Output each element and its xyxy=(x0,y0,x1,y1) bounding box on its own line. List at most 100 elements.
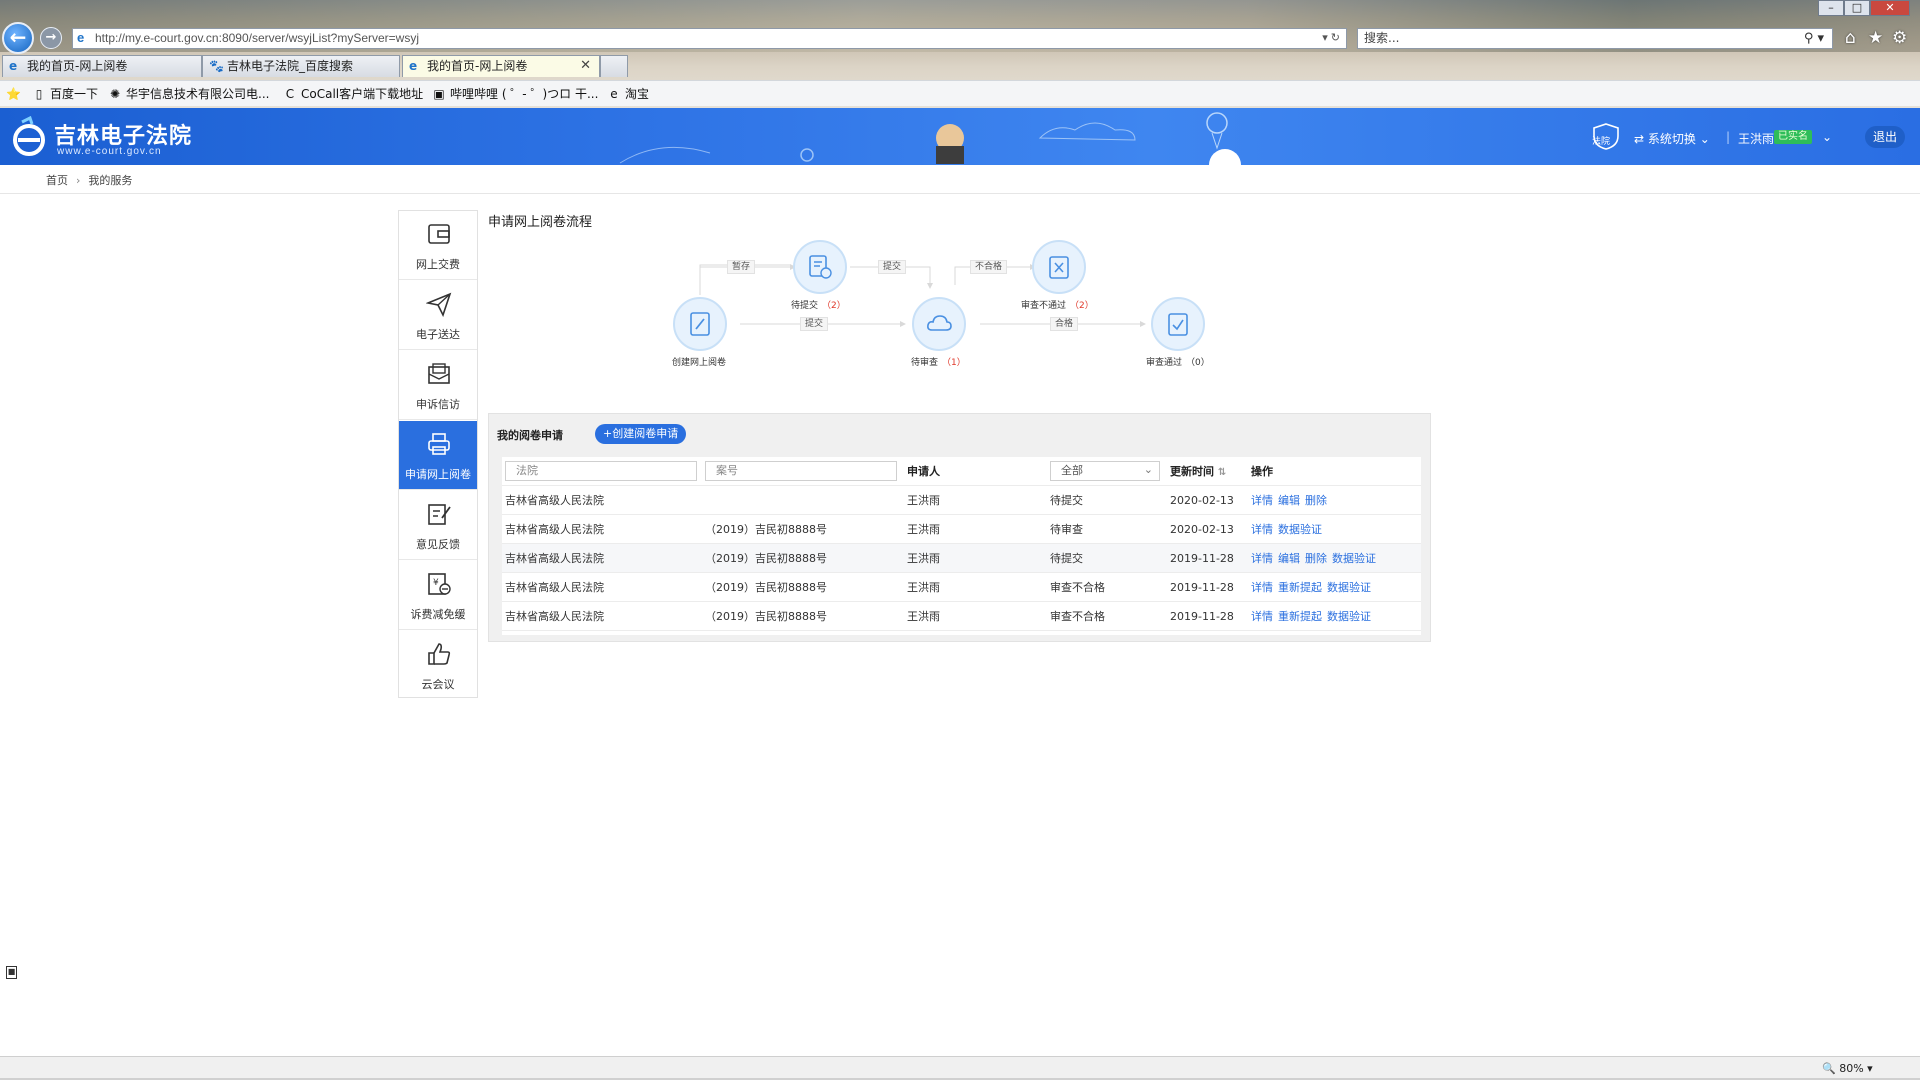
column-updated-label: 更新时间 xyxy=(1170,465,1214,478)
tab-1[interactable]: e 我的首页-网上阅卷 xyxy=(2,55,202,77)
minimize-button[interactable]: – xyxy=(1818,0,1844,16)
flow-edge-fail: 不合格 xyxy=(970,260,1008,274)
action-detail-link[interactable]: 详情 xyxy=(1251,552,1273,565)
court-filter-input[interactable]: 法院 xyxy=(505,461,697,481)
cell-actions: 详情 重新提起 数据验证 xyxy=(1251,573,1376,602)
action-detail-link[interactable]: 详情 xyxy=(1251,523,1273,536)
breadcrumb-home[interactable]: 首页 xyxy=(46,172,68,188)
action-edit-link[interactable]: 编辑 xyxy=(1278,552,1300,565)
verified-badge: 已实名 xyxy=(1774,130,1812,144)
cell-status: 审查不合格 xyxy=(1050,610,1105,623)
menu-item-petition[interactable]: 申诉信访 xyxy=(399,351,477,420)
action-verify-link[interactable]: 数据验证 xyxy=(1278,523,1322,536)
address-bar[interactable]: e http://my.e-court.gov.cn:8090/server/w… xyxy=(72,28,1347,49)
chevron-down-icon: ▾ xyxy=(1863,1062,1873,1075)
process-flow: 创建网上阅卷 待提交 （2） 待审查 （1） 审查不通过 （2） 审查通过 （0） 暂存… xyxy=(640,225,1240,368)
cell-actions: 详情 编辑 删除 xyxy=(1251,486,1332,515)
fee-icon: ¥ xyxy=(428,573,451,595)
browser-search-input[interactable]: 搜索... ⚲ ▾ xyxy=(1357,28,1833,49)
home-icon[interactable]: ⌂ xyxy=(1845,28,1856,48)
table-row: 吉林省高级人民法院 （2019）吉民初8888号 王洪雨 待提交 2019-11… xyxy=(502,544,1421,573)
close-tab-icon[interactable]: ✕ xyxy=(580,56,591,76)
action-verify-link[interactable]: 数据验证 xyxy=(1332,552,1376,565)
create-application-button[interactable]: +创建阅卷申请 xyxy=(595,424,687,444)
court-logo-icon[interactable] xyxy=(12,116,46,156)
action-verify-link[interactable]: 数据验证 xyxy=(1327,581,1371,594)
baidu-paw-icon: 🐾 xyxy=(209,59,224,73)
menu-item-e-delivery[interactable]: 电子送达 xyxy=(399,281,477,350)
flow-title: 申请网上阅卷流程 xyxy=(488,215,593,230)
sort-icon[interactable]: ⇅ xyxy=(1218,467,1226,478)
table-row: 吉林省高级人民法院 （2019）吉民初8888号 王洪雨 审查不合格 2019-… xyxy=(502,573,1421,602)
refresh-icon[interactable]: ▾ ↻ xyxy=(1322,29,1340,48)
menu-item-feedback[interactable]: 意见反馈 xyxy=(399,491,477,560)
menu-item-cloud-meeting[interactable]: 云会议 xyxy=(399,631,477,700)
tab-label: 吉林电子法院_百度搜索 xyxy=(227,59,354,73)
table-row: 吉林省高级人民法院 （2019）吉民初8888号 王洪雨 审查不合格 2019-… xyxy=(502,602,1421,631)
menu-item-online-payment[interactable]: 网上交费 xyxy=(399,211,477,280)
fav-item-taobao[interactable]: e 淘宝 xyxy=(607,84,649,104)
fav-item-cocall[interactable]: C CoCall客户端下载地址 xyxy=(283,84,423,104)
back-button[interactable]: ← xyxy=(2,22,34,54)
action-delete-link[interactable]: 删除 xyxy=(1305,552,1327,565)
fav-item-huayu[interactable]: ✺ 华宇信息技术有限公司电... xyxy=(108,84,269,104)
browser-chrome: – □ ✕ ← → e http://my.e-court.gov.cn:809… xyxy=(0,0,1920,108)
fav-item-bilibili[interactable]: ▣ 哔哩哔哩 ( ゜- ゜)つロ 干... xyxy=(432,84,598,104)
action-edit-link[interactable]: 编辑 xyxy=(1278,494,1300,507)
action-resubmit-link[interactable]: 重新提起 xyxy=(1278,610,1322,623)
action-verify-link[interactable]: 数据验证 xyxy=(1327,610,1371,623)
url-text: http://my.e-court.gov.cn:8090/server/wsy… xyxy=(95,31,419,45)
bilibili-tv-icon: ▣ xyxy=(433,87,445,101)
flow-label-approved: 审查通过 （0） xyxy=(1146,358,1210,368)
edit-icon xyxy=(428,504,451,525)
menu-label: 申请网上阅卷 xyxy=(405,468,471,481)
cell-actions: 详情 编辑 删除 数据验证 xyxy=(1251,544,1381,573)
tab-2[interactable]: 🐾 吉林电子法院_百度搜索 xyxy=(202,55,400,77)
settings-gear-icon[interactable]: ⚙ xyxy=(1892,28,1907,48)
ie-page-icon: e xyxy=(77,30,85,45)
new-tab-button[interactable] xyxy=(600,55,628,77)
flow-edge-save: 暂存 xyxy=(727,260,756,274)
maximize-button[interactable]: □ xyxy=(1844,0,1870,16)
document-clock-icon xyxy=(809,255,832,279)
table-header-row: 法院 案号 申请人 全部 ⌄ 更新时间 ⇅ 操作 xyxy=(502,457,1421,486)
menu-label: 云会议 xyxy=(421,678,455,691)
zoom-level[interactable]: 🔍 80% ▾ xyxy=(1822,1062,1873,1075)
action-resubmit-link[interactable]: 重新提起 xyxy=(1278,581,1322,594)
flow-edge-submit-top: 提交 xyxy=(878,260,907,274)
user-name[interactable]: 王洪雨 xyxy=(1738,130,1774,147)
table-row: 吉林省高级人民法院 王洪雨 待提交 2020-02-13 详情 编辑 删除 xyxy=(502,486,1421,515)
case-filter-input[interactable]: 案号 xyxy=(705,461,897,481)
ie-page-icon: e xyxy=(610,87,618,101)
status-filter-select[interactable]: 全部 ⌄ xyxy=(1050,461,1160,481)
menu-label: 意见反馈 xyxy=(416,538,460,551)
action-detail-link[interactable]: 详情 xyxy=(1251,494,1273,507)
logout-button[interactable]: 退出 xyxy=(1865,126,1905,148)
search-icon[interactable]: ⚲ ▾ xyxy=(1804,29,1824,48)
menu-item-online-reading[interactable]: 申请网上阅卷 xyxy=(399,421,477,490)
user-menu-chevron-icon[interactable]: ⌄ xyxy=(1822,130,1832,144)
chevron-right-icon: › xyxy=(76,174,81,187)
breadcrumb-current[interactable]: 我的服务 xyxy=(88,172,132,188)
column-updated-time[interactable]: 更新时间 ⇅ xyxy=(1170,457,1226,486)
close-window-button[interactable]: ✕ xyxy=(1870,0,1910,16)
panel-title: 我的阅卷申请 xyxy=(497,429,563,442)
tab-3-active[interactable]: e 我的首页-网上阅卷 ✕ xyxy=(402,55,600,77)
fav-item-baidu[interactable]: ▯ 百度一下 xyxy=(32,84,98,104)
cell-court: 吉林省高级人民法院 xyxy=(505,523,604,536)
flow-label-pending-submit: 待提交 （2） xyxy=(791,301,846,311)
menu-item-fee-relief[interactable]: ¥ 诉费减免缓 xyxy=(399,561,477,630)
action-detail-link[interactable]: 详情 xyxy=(1251,610,1273,623)
action-detail-link[interactable]: 详情 xyxy=(1251,581,1273,594)
favorites-center-icon[interactable]: ⭐ xyxy=(6,84,21,104)
header-decoration-illustration xyxy=(619,112,1241,165)
mail-icon xyxy=(428,363,450,384)
cell-actions: 详情 数据验证 xyxy=(1251,515,1327,544)
column-applicant: 申请人 xyxy=(907,465,940,478)
system-switch-menu[interactable]: ⇄ 系统切换 ⌄ xyxy=(1634,130,1710,147)
favorites-star-icon[interactable]: ★ xyxy=(1868,28,1883,48)
column-actions: 操作 xyxy=(1251,465,1273,478)
action-delete-link[interactable]: 删除 xyxy=(1305,494,1327,507)
flow-label-create: 创建网上阅卷 xyxy=(672,358,727,368)
forward-button[interactable]: → xyxy=(40,27,62,49)
